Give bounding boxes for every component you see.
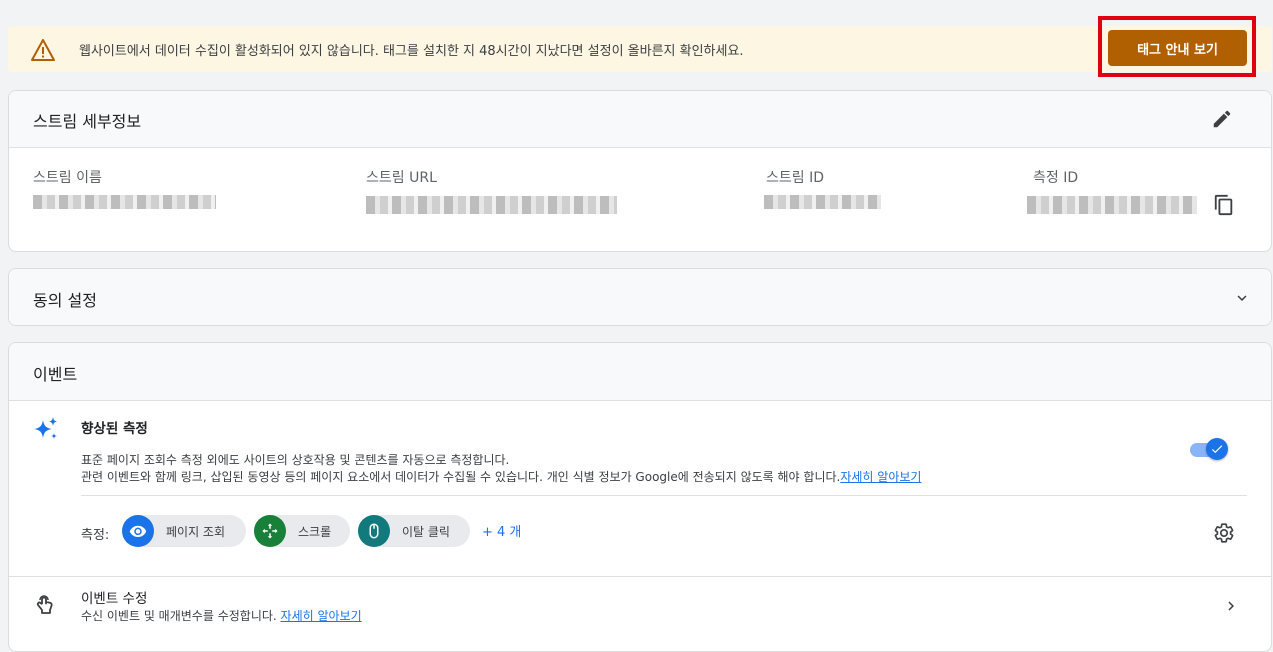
stream-id-value (764, 195, 881, 209)
stream-details-body: 스트림 이름 스트림 URL 스트림 ID 측정 ID (9, 148, 1271, 251)
touch-icon (36, 595, 53, 614)
modify-events-description: 수신 이벤트 및 매개변수를 수정합니다. 자세히 알아보기 (81, 607, 362, 624)
stream-details-title: 스트림 세부정보 (33, 112, 142, 131)
eye-icon (122, 515, 154, 547)
chip-outbound-click: 이탈 클릭 (358, 515, 470, 547)
chip-scroll-label: 스크롤 (298, 525, 332, 539)
measure-label: 측정: (81, 528, 110, 543)
toggle-knob (1206, 438, 1228, 460)
edit-pencil-icon[interactable] (1211, 108, 1233, 130)
chip-scroll: 스크롤 (254, 515, 350, 547)
consent-settings-title: 동의 설정 (33, 291, 97, 310)
chevron-down-icon[interactable] (1233, 289, 1251, 307)
section-divider (81, 495, 1247, 496)
stream-name-label: 스트림 이름 (33, 170, 102, 186)
learn-more-link[interactable]: 자세히 알아보기 (840, 470, 921, 484)
banner-message: 웹사이트에서 데이터 수집이 활성화되어 있지 않습니다. 태그를 설치한 지 … (79, 44, 744, 59)
more-measurements-link[interactable]: + 4 개 (482, 521, 521, 540)
chip-page-view: 페이지 조회 (122, 515, 246, 547)
measurement-id-label: 측정 ID (1033, 170, 1079, 186)
chip-outbound-click-label: 이탈 클릭 (402, 525, 450, 539)
stream-url-label: 스트림 URL (366, 170, 437, 186)
chip-page-view-label: 페이지 조회 (166, 525, 226, 539)
chevron-right-icon[interactable] (1222, 597, 1240, 615)
modify-events-learn-more-link[interactable]: 자세히 알아보기 (281, 609, 362, 623)
modify-events-row[interactable]: 이벤트 수정 수신 이벤트 및 매개변수를 수정합니다. 자세히 알아보기 (9, 576, 1271, 633)
enhanced-desc-line2: 관련 이벤트와 함께 링크, 삽입된 동영상 등의 페이지 요소에서 데이터가 … (81, 469, 921, 486)
scroll-icon (254, 515, 286, 547)
modify-events-title: 이벤트 수정 (81, 591, 148, 607)
check-icon (1211, 445, 1223, 454)
enhanced-measurement-toggle[interactable] (1190, 438, 1230, 462)
stream-details-card: 스트림 세부정보 스트림 이름 스트림 URL 스트림 ID 측정 ID (8, 90, 1272, 252)
events-title: 이벤트 (33, 365, 78, 384)
warning-banner: 웹사이트에서 데이터 수집이 활성화되어 있지 않습니다. 태그를 설치한 지 … (8, 26, 1272, 72)
warning-icon (31, 39, 55, 61)
events-card: 이벤트 향상된 측정 표준 페이지 조회수 측정 외에도 사이트의 상호작용 및… (8, 342, 1272, 652)
events-header: 이벤트 (9, 343, 1271, 401)
enhanced-desc-line2-text: 관련 이벤트와 함께 링크, 삽입된 동영상 등의 페이지 요소에서 데이터가 … (81, 470, 841, 484)
stream-url-value (366, 196, 617, 214)
stream-name-value (33, 195, 216, 209)
sparkle-icon (34, 417, 57, 439)
stream-id-label: 스트림 ID (766, 170, 824, 186)
enhanced-measurement-title: 향상된 측정 (81, 421, 148, 437)
modify-events-desc-text: 수신 이벤트 및 매개변수를 수정합니다. (81, 609, 277, 623)
enhanced-measurement-section: 향상된 측정 표준 페이지 조회수 측정 외에도 사이트의 상호작용 및 콘텐츠… (9, 400, 1271, 576)
measurement-id-value (1027, 196, 1197, 214)
stream-details-header: 스트림 세부정보 (9, 91, 1271, 148)
gear-icon[interactable] (1213, 522, 1235, 544)
consent-settings-card[interactable]: 동의 설정 (8, 268, 1272, 326)
mouse-icon (358, 515, 390, 547)
enhanced-measurement-description: 표준 페이지 조회수 측정 외에도 사이트의 상호작용 및 콘텐츠를 자동으로 … (81, 452, 921, 486)
enhanced-desc-line1: 표준 페이지 조회수 측정 외에도 사이트의 상호작용 및 콘텐츠를 자동으로 … (81, 453, 510, 467)
copy-icon[interactable] (1213, 194, 1235, 216)
view-tag-guide-button[interactable]: 태그 안내 보기 (1108, 30, 1247, 66)
